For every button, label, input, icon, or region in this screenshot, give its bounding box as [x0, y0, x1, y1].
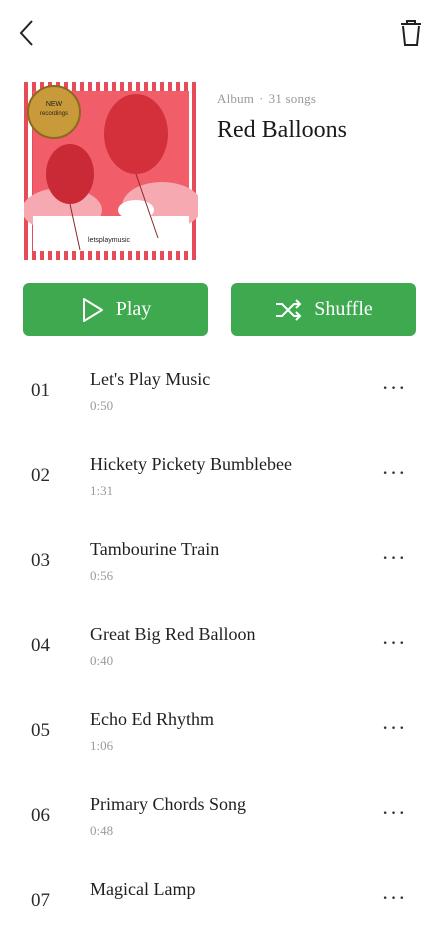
delete-album-button[interactable]: [396, 16, 426, 50]
track-row[interactable]: 01 Let's Play Music 0:50 ···: [0, 352, 438, 437]
shuffle-button[interactable]: Shuffle: [231, 283, 416, 336]
album-title: Red Balloons: [217, 117, 347, 143]
track-title: Tambourine Train: [90, 539, 220, 559]
track-title: Echo Ed Rhythm: [90, 709, 214, 729]
track-duration: 1:31: [90, 483, 114, 498]
track-number: 05: [31, 720, 50, 741]
chevron-left-icon: [19, 20, 33, 46]
cover-brand-text: letsplaymusic: [88, 237, 131, 244]
more-options-icon[interactable]: ···: [376, 377, 412, 402]
badge-text-recordings: recordings: [40, 111, 68, 117]
track-row[interactable]: 06 Primary Chords Song 0:48 ···: [0, 777, 438, 862]
more-options-icon[interactable]: ···: [376, 887, 412, 912]
track-duration: 0:50: [90, 398, 114, 413]
song-count: 31 songs: [268, 91, 317, 106]
track-duration: 0:40: [90, 653, 114, 668]
track-duration: 1:06: [90, 738, 114, 753]
meta-separator: ·: [259, 91, 264, 106]
track-duration: 0:48: [90, 823, 114, 838]
track-number: 06: [31, 805, 50, 826]
more-options-icon[interactable]: ···: [376, 717, 412, 742]
trash-icon: [401, 20, 421, 46]
track-title: Let's Play Music: [90, 369, 211, 389]
play-button[interactable]: Play: [23, 283, 208, 336]
track-number: 07: [31, 890, 50, 911]
track-number: 01: [31, 380, 50, 401]
album-meta: Album · 31 songs: [217, 91, 316, 107]
track-number: 04: [31, 635, 50, 656]
album-type: Album: [217, 91, 255, 106]
track-title: Primary Chords Song: [90, 794, 247, 814]
play-icon: [82, 297, 103, 322]
track-number: 03: [31, 550, 50, 571]
shuffle-icon: [276, 298, 302, 321]
more-options-icon[interactable]: ···: [376, 632, 412, 657]
track-number: 02: [31, 465, 50, 486]
badge-text-new: NEW: [46, 101, 63, 108]
track-row[interactable]: 02 Hickety Pickety Bumblebee 1:31 ···: [0, 437, 438, 522]
album-cover: NEW recordings letsplaymusic: [22, 82, 202, 260]
more-options-icon[interactable]: ···: [376, 802, 412, 827]
top-bar: [0, 0, 438, 70]
track-title: Great Big Red Balloon: [90, 624, 256, 644]
track-row[interactable]: 04 Great Big Red Balloon 0:40 ···: [0, 607, 438, 692]
play-label: Play: [115, 298, 152, 320]
track-list: 01 Let's Play Music 0:50 ··· 02 Hickety …: [0, 352, 438, 947]
track-duration: 0:56: [90, 568, 114, 583]
track-row[interactable]: 05 Echo Ed Rhythm 1:06 ···: [0, 692, 438, 777]
track-row[interactable]: 03 Tambourine Train 0:56 ···: [0, 522, 438, 607]
track-title: Magical Lamp: [90, 879, 196, 899]
more-options-icon[interactable]: ···: [376, 462, 412, 487]
shuffle-label: Shuffle: [314, 298, 373, 320]
back-button[interactable]: [14, 16, 44, 50]
track-title: Hickety Pickety Bumblebee: [90, 454, 292, 474]
more-options-icon[interactable]: ···: [376, 547, 412, 572]
track-row[interactable]: 07 Magical Lamp ···: [0, 862, 438, 947]
